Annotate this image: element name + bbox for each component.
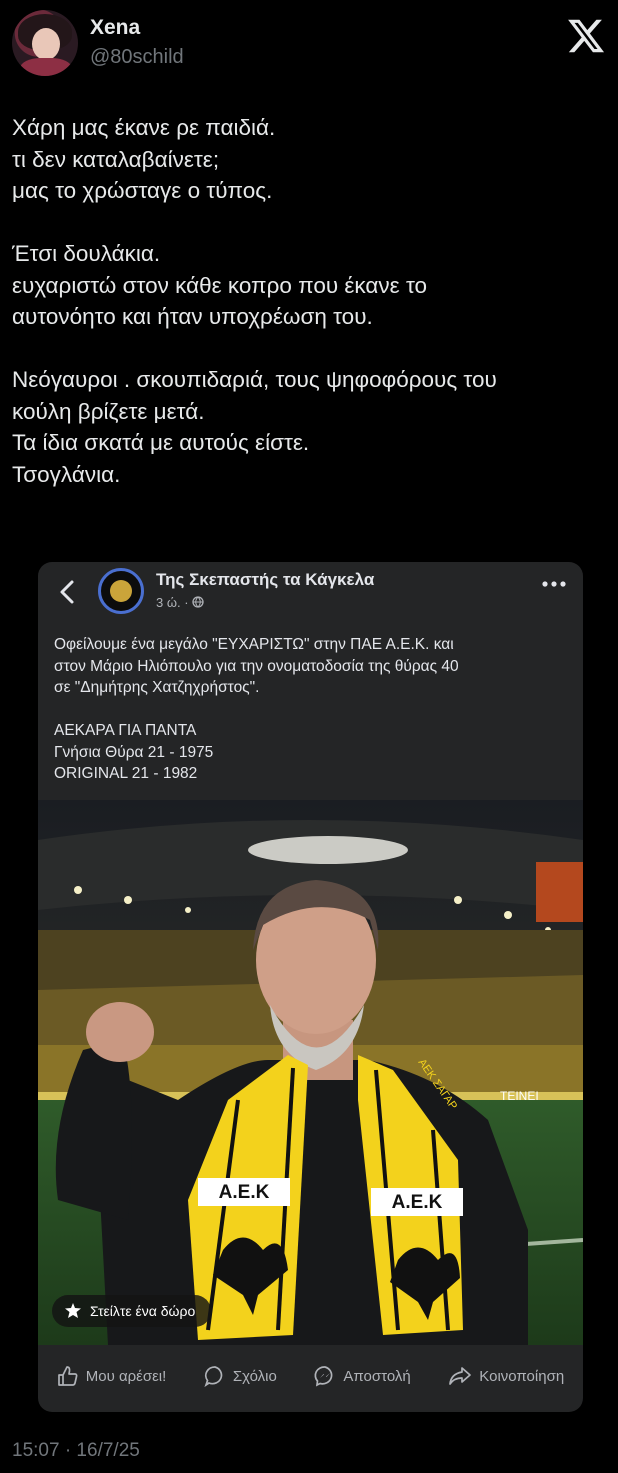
comment-button[interactable]: Σχόλιο <box>204 1365 277 1387</box>
like-icon <box>57 1366 78 1386</box>
post-action-bar: Μου αρέσει! Σχόλιο Αποστολή Κοινοποίηση <box>38 1356 583 1396</box>
share-label: Κοινοποίηση <box>479 1367 565 1385</box>
user-avatar[interactable] <box>12 10 78 76</box>
comment-label: Σχόλιο <box>232 1367 277 1385</box>
post-time: 3 ώ. · <box>156 595 193 610</box>
display-name[interactable]: Xena <box>90 16 140 40</box>
globe-icon <box>192 596 204 608</box>
x-logo-icon[interactable] <box>566 16 606 56</box>
send-button[interactable]: Αποστολή <box>314 1365 411 1387</box>
page-name[interactable]: Της Σκεπαστής τα Κάγκελα <box>156 570 374 590</box>
send-gift-button[interactable]: Στείλτε ένα δώρο <box>52 1295 212 1327</box>
comment-icon <box>204 1366 223 1387</box>
gift-icon <box>65 1303 81 1318</box>
embedded-post-card[interactable]: Της Σκεπαστής τα Κάγκελα 3 ώ. · Οφείλουμ… <box>38 562 583 1412</box>
user-handle[interactable]: @80schild <box>90 46 184 69</box>
send-label: Αποστολή <box>343 1367 411 1385</box>
scarf-text-right: Α.Ε.Κ <box>392 1192 443 1213</box>
back-chevron-icon[interactable] <box>56 578 78 606</box>
tweet-header: Xena @80schild <box>12 10 606 80</box>
scarf-text-left: Α.Ε.Κ <box>219 1182 270 1203</box>
post-meta: 3 ώ. · <box>156 595 204 610</box>
post-photo[interactable]: ΤΕΙΝΕΙ Α.Ε.Κ Α.Ε.Κ ΑΕΚ ΣΑΓΑΡ <box>38 800 583 1345</box>
tweet-timestamp[interactable]: 15:07 · 16/7/25 <box>12 1440 140 1462</box>
messenger-icon <box>314 1366 333 1387</box>
tweet-text: Χάρη μας έκανε ρε παιδιά. τι δεν καταλαβ… <box>12 115 497 487</box>
post-body: Οφείλουμε ένα μεγάλο "ΕΥΧΑΡΙΣΤΩ" στην ΠΑ… <box>54 636 459 782</box>
gift-label: Στείλτε ένα δώρο <box>90 1303 196 1319</box>
share-button[interactable]: Κοινοποίηση <box>448 1365 564 1387</box>
page-avatar[interactable] <box>98 568 144 614</box>
like-label: Μου αρέσει! <box>85 1367 167 1385</box>
banner-text: ΤΕΙΝΕΙ <box>500 1089 539 1103</box>
more-dots-icon[interactable] <box>541 580 567 588</box>
like-button[interactable]: Μου αρέσει! <box>57 1365 167 1387</box>
share-icon <box>449 1367 472 1385</box>
